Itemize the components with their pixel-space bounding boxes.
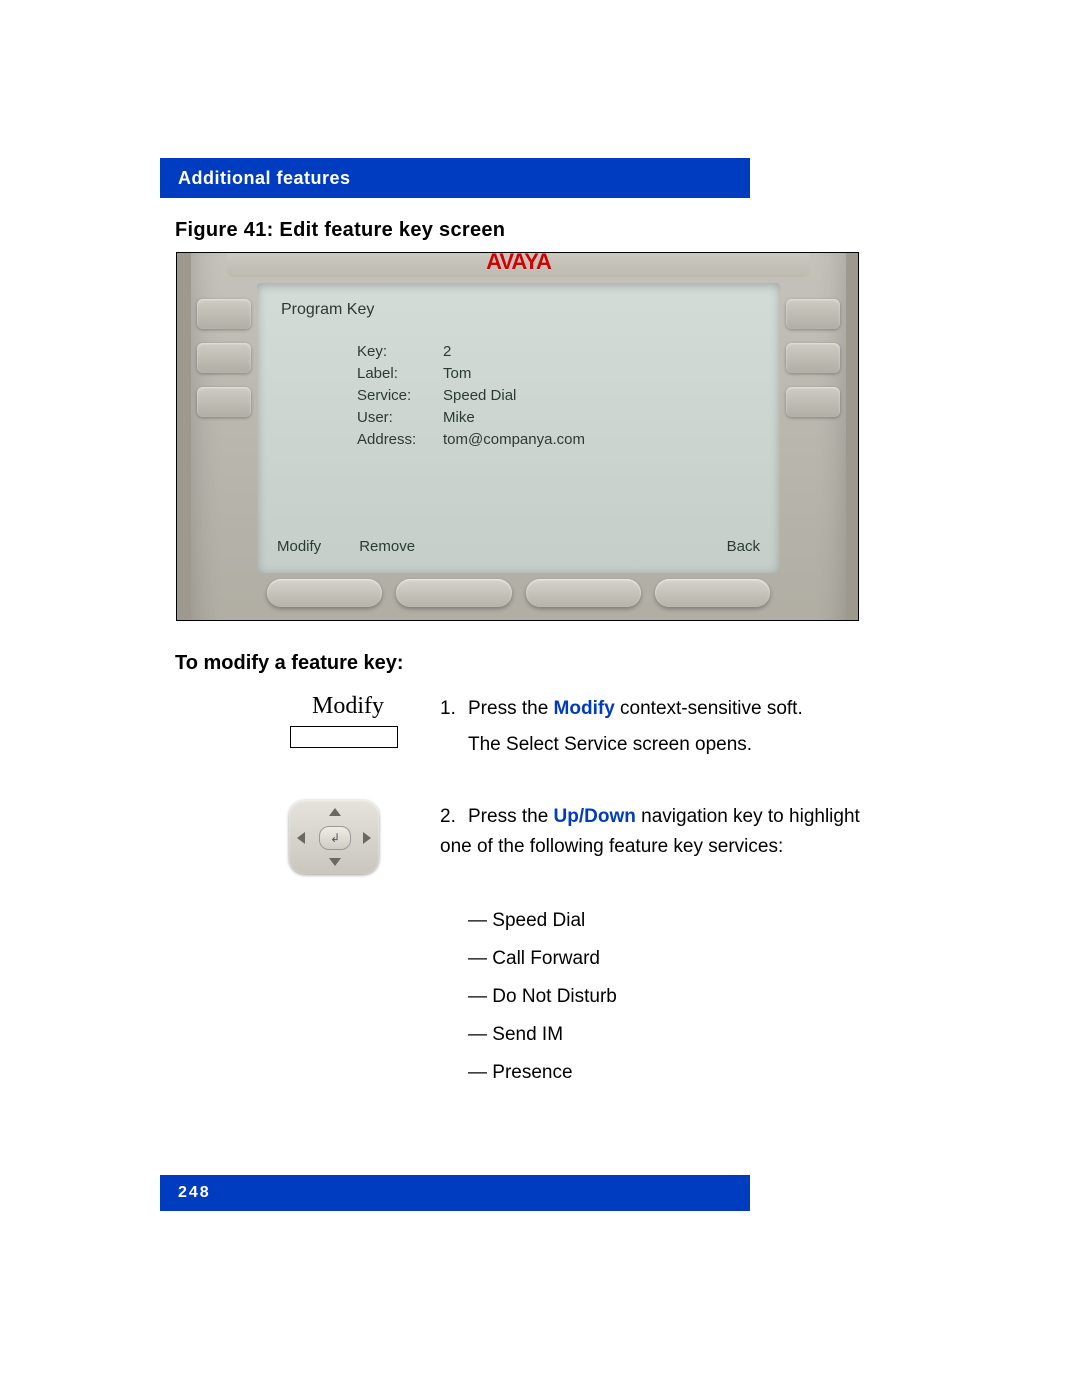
step-2-bold: Up/Down bbox=[554, 806, 636, 827]
step-1-post: context-sensitive soft. bbox=[615, 698, 803, 719]
step-1-line2: The Select Service screen opens. bbox=[468, 730, 888, 760]
figure-caption: Figure 41: Edit feature key screen bbox=[175, 219, 505, 242]
step-number: 2. bbox=[440, 802, 468, 832]
side-key bbox=[197, 387, 251, 417]
field-key-value: 2 bbox=[443, 341, 451, 363]
hw-softkey bbox=[267, 579, 382, 607]
arrow-right-icon bbox=[363, 832, 371, 844]
field-address-label: Address: bbox=[357, 429, 443, 451]
field-address-value: tom@companya.com bbox=[443, 429, 585, 451]
page-number: 248 bbox=[178, 1184, 211, 1202]
phone-device: AVAYA Program Key Key:2 Label:Tom Servic… bbox=[191, 252, 846, 621]
bullet-speed-dial: — Speed Dial bbox=[468, 902, 585, 940]
section-header-bar: Additional features bbox=[160, 158, 750, 198]
modify-softkey-icon bbox=[290, 726, 398, 748]
bullet-send-im: — Send IM bbox=[468, 1016, 563, 1054]
hardware-softkeys bbox=[267, 579, 770, 609]
softkey-remove: Remove bbox=[359, 538, 415, 555]
step-1: 1.Press the Modify context-sensitive sof… bbox=[440, 694, 900, 724]
screen-data: Key:2 Label:Tom Service:Speed Dial User:… bbox=[357, 341, 585, 451]
step-2-pre: Press the bbox=[468, 806, 554, 827]
step-2: 2.Press the Up/Down navigation key to hi… bbox=[440, 802, 880, 862]
softkey-back: Back bbox=[727, 538, 760, 555]
step-1-pre: Press the bbox=[468, 698, 554, 719]
nav-cluster-icon: ↲ bbox=[289, 800, 379, 874]
field-label-label: Label: bbox=[357, 363, 443, 385]
field-service-value: Speed Dial bbox=[443, 385, 516, 407]
side-key bbox=[197, 299, 251, 329]
step-1-bold: Modify bbox=[554, 698, 615, 719]
side-key bbox=[197, 343, 251, 373]
softkey-modify: Modify bbox=[277, 538, 321, 555]
arrow-up-icon bbox=[329, 808, 341, 816]
hw-softkey bbox=[655, 579, 770, 607]
field-user-label: User: bbox=[357, 407, 443, 429]
bullet-call-forward: — Call Forward bbox=[468, 940, 600, 978]
page-footer-bar: 248 bbox=[160, 1175, 750, 1211]
field-service-label: Service: bbox=[357, 385, 443, 407]
side-key bbox=[786, 299, 840, 329]
modify-softkey-label: Modify bbox=[312, 693, 384, 720]
enter-key-icon: ↲ bbox=[319, 826, 351, 850]
procedure-heading: To modify a feature key: bbox=[175, 652, 404, 675]
bullet-do-not-disturb: — Do Not Disturb bbox=[468, 978, 617, 1016]
field-key-label: Key: bbox=[357, 341, 443, 363]
hw-softkey bbox=[526, 579, 641, 607]
step-number: 1. bbox=[440, 694, 468, 724]
phone-screen: Program Key Key:2 Label:Tom Service:Spee… bbox=[257, 283, 780, 573]
arrow-down-icon bbox=[329, 858, 341, 866]
arrow-left-icon bbox=[297, 832, 305, 844]
figure-image: AVAYA Program Key Key:2 Label:Tom Servic… bbox=[176, 252, 859, 621]
side-key bbox=[786, 387, 840, 417]
bullet-presence: — Presence bbox=[468, 1054, 573, 1092]
side-key bbox=[786, 343, 840, 373]
hw-softkey bbox=[396, 579, 511, 607]
field-user-value: Mike bbox=[443, 407, 475, 429]
field-label-value: Tom bbox=[443, 363, 471, 385]
brand-logo: AVAYA bbox=[227, 252, 810, 277]
screen-heading: Program Key bbox=[281, 301, 374, 319]
section-title: Additional features bbox=[178, 168, 351, 189]
softkey-labels: Modify Remove Back bbox=[277, 538, 760, 555]
